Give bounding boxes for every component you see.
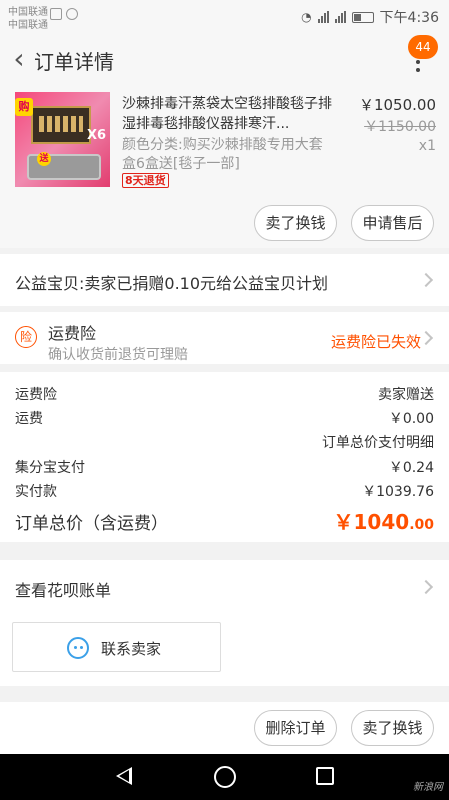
payment-details: 运费险 卖家赠送 运费 ￥0.00 订单总价支付明细 集分宝支付 ￥0.24 实…	[0, 372, 449, 542]
sell-for-cash-button[interactable]: 卖了换钱	[254, 205, 337, 241]
clock: 下午4:36	[379, 10, 439, 26]
gift-box-image	[31, 106, 91, 144]
message-count-badge[interactable]: 44	[408, 35, 438, 59]
chat-notification-icon	[66, 8, 78, 20]
payment-line: 实付款 ￥1039.76	[15, 481, 434, 501]
contact-seller-button[interactable]: 联系卖家	[12, 622, 221, 672]
battery-icon	[351, 11, 374, 23]
status-bar: 中国联通 中国联通 ◔ 下午4:36	[0, 0, 449, 32]
charity-text: 公益宝贝:卖家已捐赠0.10元给公益宝贝计划	[15, 274, 329, 293]
insurance-subtitle: 确认收货前退货可理赔	[48, 347, 188, 363]
gift-badge: 送	[37, 152, 51, 166]
order-total-integer: ￥1040	[333, 510, 410, 534]
app-header: ‹ 订单详情 44	[0, 32, 449, 88]
payment-value: ￥0.00	[388, 411, 434, 427]
payment-line: 运费险 卖家赠送	[15, 384, 434, 404]
contact-seller-label: 联系卖家	[101, 640, 162, 658]
product-thumbnail[interactable]: 购 送 X6	[15, 92, 110, 187]
order-total-decimal: .00	[409, 517, 434, 533]
product-quantity: x1	[418, 138, 436, 154]
chevron-right-icon	[418, 272, 434, 288]
payment-value: ￥1039.76	[362, 484, 434, 500]
app-notification-icon	[50, 8, 62, 20]
payment-value: ￥0.24	[388, 460, 434, 476]
order-total-line: 订单总价（含运费） ￥1040.00	[15, 506, 434, 535]
charity-row[interactable]: 公益宝贝:卖家已捐赠0.10元给公益宝贝计划	[0, 254, 449, 306]
page-title: 订单详情	[34, 50, 114, 74]
refund-tag: 8天退货	[122, 173, 169, 188]
payment-detail-link[interactable]: 订单总价支付明细	[322, 432, 434, 452]
product-title[interactable]: 沙棘排毒汗蒸袋太空毯排酸毯子排湿排毒毯排酸仪器排寒汗...	[122, 94, 334, 134]
after-sale-button[interactable]: 申请售后	[351, 205, 434, 241]
payment-label: 实付款	[15, 484, 57, 500]
payment-label: 运费	[15, 411, 43, 427]
notification-icons	[50, 8, 78, 20]
insurance-title: 运费险	[48, 324, 97, 343]
huabei-text: 查看花呗账单	[15, 581, 112, 600]
carrier-label: 中国联通	[8, 20, 48, 31]
freight-insurance-row[interactable]: 险 运费险 确认收货前退货可理赔 运费险已失效	[0, 312, 449, 364]
status-right: ◔ 下午4:36	[301, 7, 439, 27]
order-total-value: ￥1040.00	[334, 506, 434, 535]
nav-back-icon[interactable]	[116, 767, 132, 785]
back-icon[interactable]: ‹	[4, 44, 34, 76]
product-price: ￥1050.00	[358, 96, 436, 114]
quantity-multiplier: X6	[87, 128, 107, 143]
insurance-status: 运费险已失效	[330, 333, 421, 351]
payment-value: 卖家赠送	[378, 387, 434, 403]
system-nav-bar	[0, 754, 449, 800]
payment-line[interactable]: 订单总价支付明细	[15, 432, 434, 452]
insurance-icon: 险	[15, 326, 37, 348]
payment-label: 运费险	[15, 387, 57, 403]
original-price: ￥1150.00	[364, 119, 436, 135]
payment-label: 集分宝支付	[15, 460, 85, 476]
signal-icon	[334, 11, 346, 23]
delete-order-button[interactable]: 删除订单	[254, 710, 337, 746]
sell-for-cash-button[interactable]: 卖了换钱	[351, 710, 434, 746]
chevron-right-icon	[418, 579, 434, 595]
payment-line: 集分宝支付 ￥0.24	[15, 457, 434, 477]
chevron-right-icon	[418, 330, 434, 346]
buy-badge: 购	[15, 98, 33, 116]
order-total-label: 订单总价（含运费）	[15, 514, 168, 534]
wifi-icon: ◔	[301, 10, 312, 24]
payment-line: 运费 ￥0.00	[15, 408, 434, 428]
signal-icon	[317, 11, 329, 23]
nav-recent-apps-icon[interactable]	[316, 767, 334, 785]
watermark: 新浪网	[413, 782, 443, 793]
product-sku: 颜色分类:购买沙棘排酸专用大套盒6盒送[毯子一部]	[122, 137, 323, 172]
nav-home-icon[interactable]	[214, 766, 236, 788]
chat-icon	[67, 637, 89, 659]
huabei-bill-row[interactable]: 查看花呗账单	[0, 560, 449, 614]
